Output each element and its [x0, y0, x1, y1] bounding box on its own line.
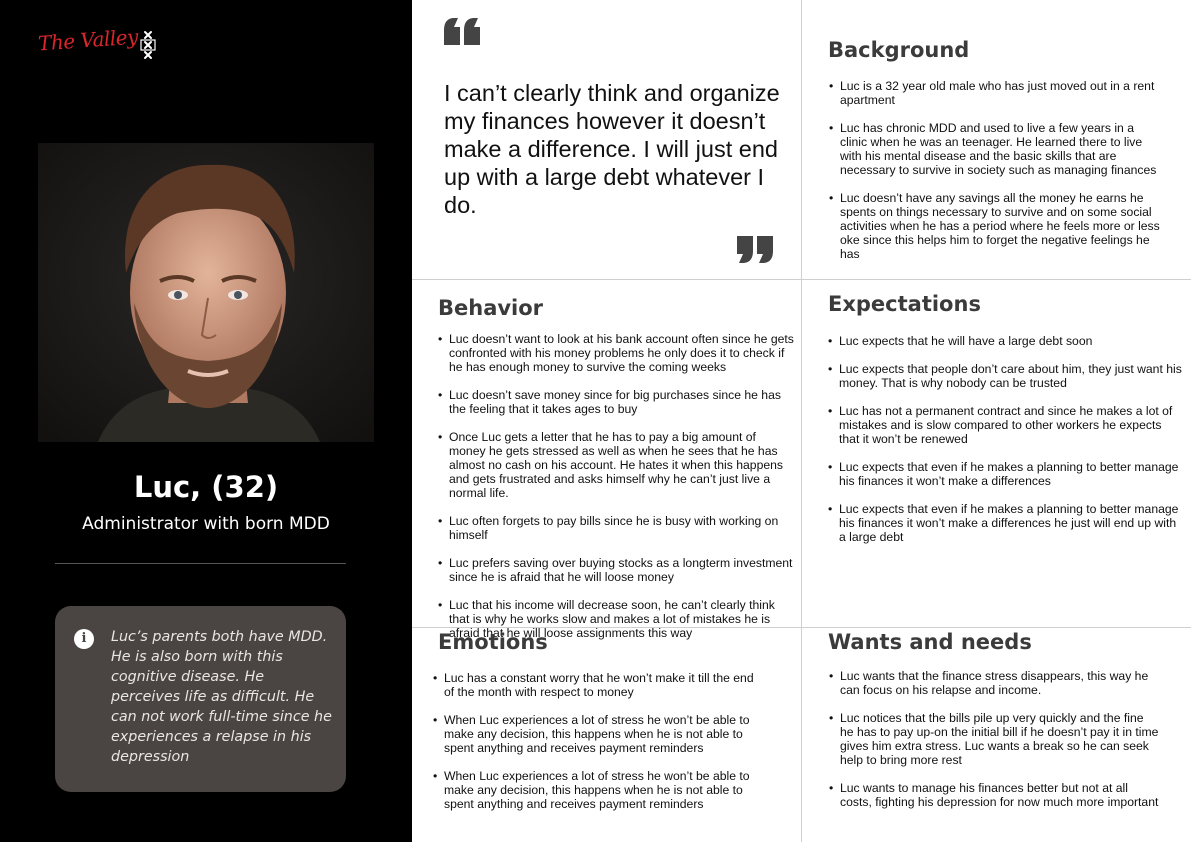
emotions-list: Luc has a constant worry that he won’t m… — [433, 671, 763, 825]
uva-logo-icon — [140, 31, 156, 59]
list-item: When Luc experiences a lot of stress he … — [433, 713, 763, 755]
sidebar-divider — [55, 563, 346, 564]
row-divider-top — [412, 279, 1191, 280]
list-item: Luc doesn’t have any savings all the mon… — [829, 191, 1164, 261]
wants-needs-title: Wants and needs — [828, 630, 1032, 654]
persona-info-text: Luc’s parents both have MDD. He is also … — [111, 629, 332, 765]
quote-open-icon — [444, 18, 480, 45]
emotions-title: Emotions — [438, 630, 548, 654]
list-item: Luc prefers saving over buying stocks as… — [438, 556, 794, 584]
list-item: Luc expects that people don’t care about… — [828, 362, 1183, 390]
list-item: Luc notices that the bills pile up very … — [829, 711, 1159, 767]
info-icon: i — [74, 629, 94, 649]
expectations-title: Expectations — [828, 292, 981, 316]
persona-name: Luc, (32) — [133, 470, 279, 504]
persona-info-box: i Luc’s parents both have MDD. He is als… — [55, 606, 346, 792]
behavior-list: Luc doesn’t want to look at his bank acc… — [438, 332, 794, 654]
list-item: Luc expects that even if he makes a plan… — [828, 502, 1183, 544]
expectations-list: Luc expects that he will have a large de… — [828, 334, 1183, 558]
list-item: Once Luc gets a letter that he has to pa… — [438, 430, 794, 500]
persona-photo — [38, 143, 374, 442]
background-list: Luc is a 32 year old male who has just m… — [829, 79, 1164, 275]
list-item: Luc expects that even if he makes a plan… — [828, 460, 1183, 488]
list-item: Luc doesn’t want to look at his bank acc… — [438, 332, 794, 374]
list-item: Luc wants to manage his finances better … — [829, 781, 1159, 809]
list-item: Luc has not a permanent contract and sin… — [828, 404, 1183, 446]
behavior-title: Behavior — [438, 296, 544, 320]
persona-quote: I can’t clearly think and organize my fi… — [444, 80, 780, 218]
persona-role: Administrator with born MDD — [82, 514, 330, 534]
wants-needs-list: Luc wants that the finance stress disapp… — [829, 669, 1159, 823]
list-item: Luc wants that the finance stress disapp… — [829, 669, 1159, 697]
the-valley-logo: The Valley — [37, 24, 139, 56]
list-item: Luc is a 32 year old male who has just m… — [829, 79, 1164, 107]
list-item: Luc doesn’t save money since for big pur… — [438, 388, 794, 416]
persona-sidebar: The Valley Luc, (32) Administrator with … — [0, 0, 412, 842]
background-title: Background — [828, 38, 970, 62]
column-divider — [801, 0, 802, 842]
list-item: Luc expects that he will have a large de… — [828, 334, 1183, 348]
list-item: When Luc experiences a lot of stress he … — [433, 769, 763, 811]
list-item: Luc has a constant worry that he won’t m… — [433, 671, 763, 699]
quote-close-icon — [737, 236, 773, 263]
list-item: Luc often forgets to pay bills since he … — [438, 514, 794, 542]
list-item: Luc has chronic MDD and used to live a f… — [829, 121, 1164, 177]
